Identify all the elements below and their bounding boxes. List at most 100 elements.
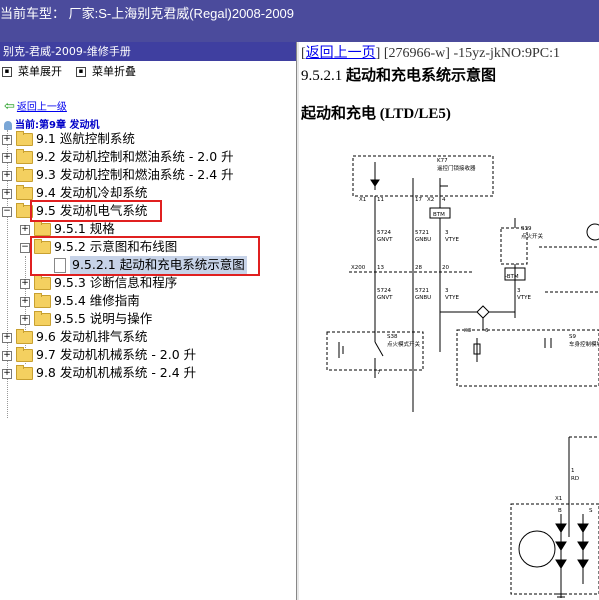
folder-icon <box>34 293 51 308</box>
back-up-level-label: 返回上一级 <box>16 102 67 113</box>
pin-11: 11 <box>377 197 384 203</box>
wire-3-b: 3 <box>445 288 449 294</box>
book-icon <box>4 120 12 130</box>
expand-plus-icon[interactable]: + <box>2 171 12 181</box>
tree-item-label: 9.5.3 诊断信息和程序 <box>54 275 178 290</box>
window-title: 当前车型： 厂家:S-上海别克君威(Regal)2008-2009 <box>0 6 295 21</box>
k77-desc: 遥控门锁接收器 <box>437 164 476 172</box>
terminal-s: S <box>589 508 593 514</box>
pin-6: 6 <box>485 328 489 334</box>
expand-icon: ▪ <box>2 67 12 77</box>
page-title: 9.5.2.1 起动和充电系统示意图 <box>301 64 496 85</box>
wire-gnbu: GNBU <box>415 237 431 243</box>
wire-5721-b: 5721 <box>415 288 429 294</box>
wire-gnbu-b: GNBU <box>415 295 431 301</box>
wire-vtye-c: VTYE <box>517 295 531 301</box>
k77-label: K77 <box>437 158 448 164</box>
tree-item-label: 9.6 发动机排气系统 <box>36 329 148 344</box>
expand-plus-icon[interactable]: + <box>20 279 30 289</box>
expand-plus-icon[interactable]: + <box>2 189 12 199</box>
back-up-level-link[interactable]: ⇦ 返回上一级 <box>4 98 67 114</box>
folder-icon <box>34 221 51 236</box>
x2-label: X2 <box>427 197 434 203</box>
pin-20: 20 <box>442 265 449 271</box>
tree-guide-line <box>25 256 26 364</box>
expand-plus-icon[interactable]: + <box>2 153 12 163</box>
expand-plus-icon[interactable]: + <box>2 351 12 361</box>
s9-desc: 车身控制模块 <box>569 340 599 348</box>
x200-label: X200 <box>351 265 366 271</box>
pin-1: 1 <box>571 468 575 474</box>
wire-gnvt-b: GNVT <box>377 295 393 301</box>
tree-item-label: 9.3 发动机控制和燃油系统 - 2.4 升 <box>36 167 234 182</box>
tree-item-label: 9.2 发动机控制和燃油系统 - 2.0 升 <box>36 149 234 164</box>
wire-gnvt: GNVT <box>377 237 393 243</box>
folder-icon <box>34 311 51 326</box>
folder-icon <box>16 329 33 344</box>
k77-module-outline <box>352 155 494 197</box>
diagram-subtitle: 起动和充电 (LTD/LE5) <box>301 106 451 122</box>
wire-vtye-b: VTYE <box>445 295 459 301</box>
tree-item-label: 9.5.4 维修指南 <box>54 293 140 308</box>
btm-fuse: BTM <box>433 212 445 218</box>
current-chapter: 当前:第9章 发动机 <box>4 116 99 131</box>
section-title: 起动和充电系统示意图 <box>346 68 497 84</box>
left-nav-panel: 别克-君威-2009-维修手册 ▪ 菜单展开 ▪ 菜单折叠 ⇦ 返回上一级 当前:第9… <box>0 42 296 600</box>
collapse-minus-icon[interactable]: − <box>20 243 30 253</box>
collapse-menu-label: 菜单折叠 <box>92 65 136 78</box>
highlight-box-9-5 <box>30 200 162 222</box>
wire-vtye: VTYE <box>445 237 459 243</box>
manual-header-text: 别克-君威-2009-维修手册 <box>3 45 131 58</box>
folder-icon <box>34 275 51 290</box>
expand-plus-icon[interactable]: + <box>2 135 12 145</box>
folder-icon <box>16 347 33 362</box>
collapse-menu-button[interactable]: ▪ 菜单折叠 <box>76 63 136 79</box>
x1-label: X1 <box>359 197 366 203</box>
folder-icon <box>16 131 33 146</box>
doc-code: [276966-w] -15yz-jkNO:9PC:1 <box>383 46 560 61</box>
tree-item-label: 9.1 巡航控制系统 <box>36 131 135 146</box>
tree-item-label: 9.8 发动机机械系统 - 2.4 升 <box>36 365 197 380</box>
tree-item-label: 9.5.5 说明与操作 <box>54 311 153 326</box>
neg-btm-fuse: -BTM <box>505 274 519 280</box>
expand-plus-icon[interactable]: + <box>20 297 30 307</box>
folder-icon <box>16 167 33 182</box>
pin-4: 4 <box>442 197 446 203</box>
wire-3: 3 <box>445 230 449 236</box>
pin-17: 17 <box>415 197 422 203</box>
folder-icon <box>16 149 33 164</box>
s38-desc: 点火模式开关 <box>387 340 421 348</box>
folder-icon <box>16 185 33 200</box>
expand-plus-icon[interactable]: + <box>2 333 12 343</box>
collapse-minus-icon[interactable]: − <box>2 207 12 217</box>
section-number: 9.5.2.1 <box>301 68 343 84</box>
wire-3-c: 3 <box>517 288 521 294</box>
expand-plus-icon[interactable]: + <box>20 315 30 325</box>
wire-5724-b: 5724 <box>377 288 391 294</box>
wire-5721: 5721 <box>415 230 429 236</box>
expand-plus-icon[interactable]: + <box>2 369 12 379</box>
s9-label: S9 <box>569 334 576 340</box>
expand-menu-label: 菜单展开 <box>18 65 62 78</box>
pin-13: 13 <box>377 265 384 271</box>
tree-item-label: 9.7 发动机机械系统 - 2.0 升 <box>36 347 197 362</box>
s39-label: S39 <box>521 226 532 232</box>
expand-plus-icon[interactable]: + <box>20 225 30 235</box>
x3-label: X3 <box>464 328 472 334</box>
collapse-icon: ▪ <box>76 67 86 77</box>
wire-rd: RD <box>571 476 579 482</box>
manual-header: 别克-君威-2009-维修手册 <box>0 42 296 61</box>
window-title-bar: 当前车型： 厂家:S-上海别克君威(Regal)2008-2009 <box>0 0 599 42</box>
content-nav: [返回上一页] [276966-w] -15yz-jkNO:9PC:1 <box>301 46 560 61</box>
x1b-label: X1 <box>555 496 562 502</box>
wire-5724: 5724 <box>377 230 391 236</box>
highlight-box-9-5-2 <box>30 236 260 276</box>
terminal-b: B <box>558 508 562 514</box>
wiring-diagram: K77 遥控门锁接收器 X1 11 17 X2 4 BTM 5724 GNVT … <box>326 155 599 598</box>
back-previous-page-link[interactable]: 返回上一页 <box>306 46 376 61</box>
green-back-arrow-icon: ⇦ <box>4 99 15 114</box>
s39-desc: 点火开关 <box>521 232 544 240</box>
content-panel: [返回上一页] [276966-w] -15yz-jkNO:9PC:1 9.5.… <box>299 42 599 600</box>
expand-menu-button[interactable]: ▪ 菜单展开 <box>2 63 62 79</box>
pin-7: 7 <box>377 370 381 376</box>
